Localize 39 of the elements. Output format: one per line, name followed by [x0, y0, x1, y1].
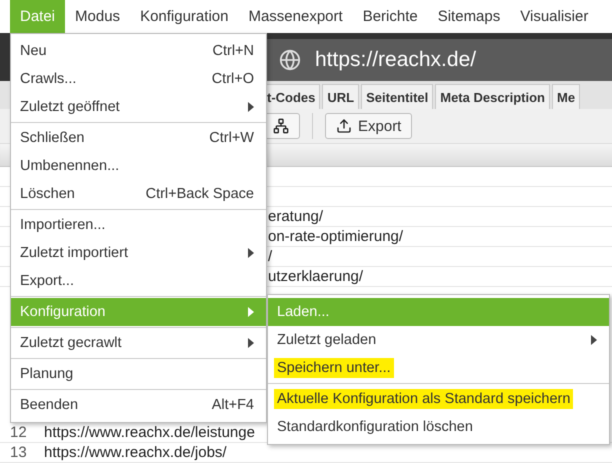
column-tab[interactable]: URL [322, 84, 360, 109]
table-cell: eratung/ [268, 208, 324, 225]
highlight-marker: Aktuelle Konfiguration als Standard speichern [274, 389, 574, 409]
highlight-marker: Speichern unter... [274, 358, 394, 378]
column-tab[interactable]: Seitentitel [361, 84, 434, 109]
table-cell: https://www.reachx.de/leistunge [44, 424, 255, 441]
menu-bar-item[interactable]: Sitemaps [428, 0, 510, 33]
menu-item[interactable]: Schließen Ctrl+W [11, 124, 266, 152]
menu-item[interactable]: Zuletzt geladen [268, 326, 609, 354]
table-cell: on-rate-optimierung/ [268, 228, 404, 245]
menu-item[interactable]: Umbenennen... [11, 152, 266, 180]
menu-item[interactable]: Standardkonfiguration löschen [268, 413, 609, 441]
menu-item[interactable]: Importieren... [11, 211, 266, 239]
table-cell: https://www.reachx.de/jobs/ [44, 444, 227, 461]
menu-item[interactable]: Zuletzt importiert [11, 239, 266, 267]
menu-item[interactable]: Löschen Ctrl+Back Space [11, 180, 266, 208]
menu-item[interactable]: Export... [11, 267, 266, 295]
globe-icon [279, 49, 301, 71]
table-cell: utzerklaerung/ [268, 268, 364, 285]
menu-bar-item[interactable]: Konfiguration [130, 0, 238, 33]
menu-item[interactable]: Neu Ctrl+N [11, 37, 266, 65]
menu-item[interactable]: Aktuelle Konfiguration als Standard speichern [268, 385, 609, 413]
row-number: 13 [10, 444, 28, 461]
table-cell: / [268, 248, 272, 265]
menu-bar-item[interactable]: Modus [65, 0, 130, 33]
column-tab[interactable]: Meta Description [435, 84, 550, 109]
menu-item[interactable]: Planung [11, 360, 266, 388]
hierarchy-icon [273, 118, 289, 134]
menu-bar-item[interactable]: Massenexport [238, 0, 353, 33]
export-button[interactable]: Export [325, 113, 412, 139]
menu-item[interactable]: Zuletzt gecrawlt [11, 329, 266, 357]
menu-item[interactable]: Beenden Alt+F4 [11, 391, 266, 419]
upload-icon [336, 118, 352, 134]
menu-item[interactable]: Speichern unter... [268, 354, 609, 382]
menu-bar-item[interactable]: Visualisier [510, 0, 598, 33]
row-number: 12 [10, 424, 28, 441]
url-field[interactable]: https://reachx.de/ [267, 39, 612, 81]
menu-bar-item[interactable]: Berichte [352, 0, 428, 33]
column-tab[interactable]: Me [552, 84, 580, 109]
